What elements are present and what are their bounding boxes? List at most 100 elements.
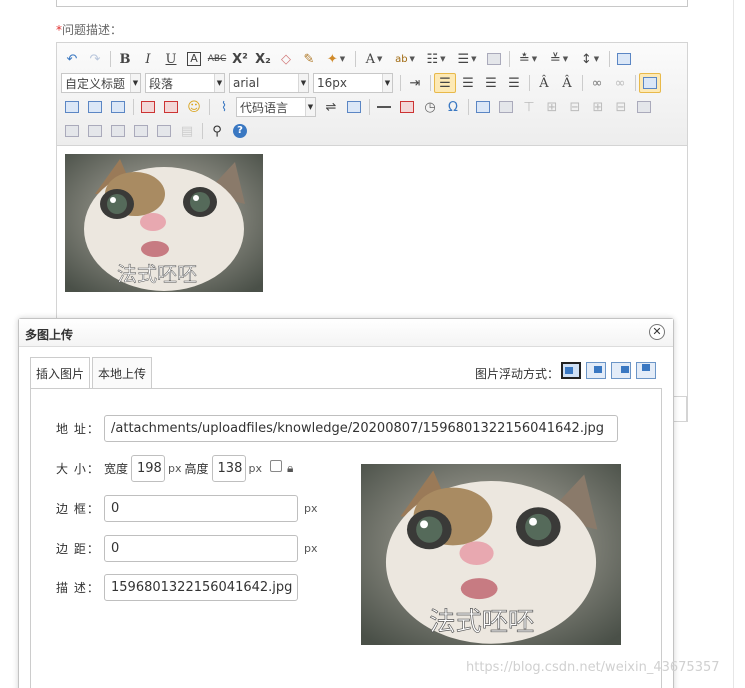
dialog-title: 多图上传 bbox=[25, 328, 74, 342]
merge-down-icon[interactable] bbox=[84, 121, 106, 141]
font-family-select[interactable]: arial ▼ bbox=[229, 73, 309, 93]
float-center-icon[interactable] bbox=[636, 362, 656, 379]
float-left-icon[interactable] bbox=[586, 362, 606, 379]
help-icon[interactable]: ? bbox=[229, 121, 251, 141]
format-brush-icon[interactable]: ✎ bbox=[298, 49, 320, 69]
text-direction-rtl-icon[interactable]: Â bbox=[556, 73, 578, 93]
editor-resize-handle[interactable] bbox=[673, 396, 687, 422]
row-spacing-top-icon[interactable]: ≛ ▼ bbox=[513, 49, 543, 69]
width-input[interactable]: 198 bbox=[131, 455, 166, 482]
height-unit: px bbox=[248, 462, 263, 475]
align-left-icon[interactable]: ☰ bbox=[434, 73, 456, 93]
float-none-icon[interactable] bbox=[561, 362, 581, 379]
height-input[interactable]: 138 bbox=[211, 455, 246, 482]
auto-format-icon[interactable]: ✦ ▼ bbox=[321, 49, 351, 69]
close-icon[interactable]: ✕ bbox=[649, 324, 665, 340]
insert-col-icon[interactable]: ⊞ bbox=[587, 97, 609, 117]
heading-select-value: 自定义标题 bbox=[65, 76, 126, 91]
address-label: 地 址： bbox=[56, 422, 100, 436]
toolbar-separator bbox=[609, 51, 610, 67]
unlink-icon[interactable]: ∞ bbox=[609, 73, 631, 93]
toolbar-row-3: ☺ ⌇ 代码语言 ▼ ⇌ ◷ Ω ⊤ ⊞ ⊟ ⊞ ⊟ bbox=[61, 96, 656, 118]
simple-upload-icon[interactable] bbox=[137, 97, 159, 117]
editor-cat-image[interactable]: 法式呸呸 bbox=[65, 154, 263, 292]
line-height-icon[interactable]: ↕ ▼ bbox=[575, 49, 605, 69]
select-all-icon[interactable] bbox=[483, 49, 505, 69]
italic-button[interactable]: I bbox=[137, 49, 159, 69]
field-label: *问题描述： bbox=[56, 23, 123, 37]
code-language-select[interactable]: 代码语言 ▼ bbox=[236, 97, 316, 117]
description-input[interactable]: 1596801322156041642.jpg bbox=[104, 574, 298, 601]
delete-col-icon[interactable]: ⊟ bbox=[610, 97, 632, 117]
anchor-image-icon[interactable] bbox=[639, 73, 661, 93]
image-none-icon[interactable] bbox=[61, 97, 83, 117]
merge-cells-icon[interactable] bbox=[633, 97, 655, 117]
insert-image-icon[interactable] bbox=[160, 97, 182, 117]
bold-button[interactable]: B bbox=[114, 49, 136, 69]
date-icon[interactable] bbox=[396, 97, 418, 117]
margin-input[interactable]: 0 bbox=[104, 535, 298, 562]
toolbar-separator bbox=[400, 75, 401, 91]
background-color-icon[interactable]: ab ▼ bbox=[390, 49, 420, 69]
float-right-icon[interactable] bbox=[611, 362, 631, 379]
dialog-header: 多图上传 ✕ bbox=[19, 319, 673, 347]
image-center-icon[interactable] bbox=[107, 97, 129, 117]
text-direction-ltr-icon[interactable]: Â bbox=[533, 73, 555, 93]
split-cells-icon[interactable] bbox=[107, 121, 129, 141]
font-size-select[interactable]: 16px ▼ bbox=[313, 73, 393, 93]
heading-select[interactable]: 自定义标题 ▼ bbox=[61, 73, 141, 93]
insert-table-icon[interactable] bbox=[472, 97, 494, 117]
previous-field-input[interactable] bbox=[56, 0, 688, 7]
link-icon[interactable]: ∞ bbox=[586, 73, 608, 93]
paragraph-select[interactable]: 段落 ▼ bbox=[145, 73, 225, 93]
delete-table-icon[interactable] bbox=[495, 97, 517, 117]
insert-row-icon[interactable]: ⊞ bbox=[541, 97, 563, 117]
undo-icon[interactable]: ↶ bbox=[61, 49, 83, 69]
special-chars-button[interactable]: Ω bbox=[442, 97, 464, 117]
preview-monitor-icon[interactable] bbox=[613, 49, 635, 69]
tab-local-upload[interactable]: 本地上传 bbox=[92, 357, 153, 388]
underline-button[interactable]: U bbox=[160, 49, 182, 69]
subscript-button[interactable]: X₂ bbox=[252, 49, 274, 69]
lock-ratio-checkbox[interactable] bbox=[270, 459, 283, 472]
indent-icon[interactable]: ⇥ bbox=[404, 73, 426, 93]
page-break-icon[interactable]: ⇌ bbox=[320, 97, 342, 117]
split-rows-icon[interactable] bbox=[130, 121, 152, 141]
float-left-glyph bbox=[88, 101, 102, 113]
address-input[interactable]: /attachments/uploadfiles/knowledge/20200… bbox=[104, 415, 618, 442]
horizontal-rule-icon[interactable] bbox=[373, 97, 395, 117]
row-spacing-bottom-icon[interactable]: ≚ ▼ bbox=[544, 49, 574, 69]
redo-icon[interactable]: ↷ bbox=[84, 49, 106, 69]
ordered-list-icon[interactable]: ☷ ▼ bbox=[421, 49, 451, 69]
template-icon[interactable] bbox=[343, 97, 365, 117]
unordered-list-icon[interactable]: ☰ ▼ bbox=[452, 49, 482, 69]
split-cols-icon[interactable] bbox=[153, 121, 175, 141]
align-right-icon[interactable]: ☰ bbox=[480, 73, 502, 93]
dialog-tabs: 插入图片 本地上传 bbox=[30, 357, 154, 389]
font-size-select-value: 16px bbox=[317, 76, 347, 90]
upload-glyph bbox=[141, 101, 155, 113]
align-justify-icon[interactable]: ☰ bbox=[503, 73, 525, 93]
multi-image-upload-dialog: 多图上传 ✕ 插入图片 本地上传 图片浮动方式： 地 址： /attachmen… bbox=[18, 318, 674, 688]
attachment-icon[interactable]: ⌇ bbox=[213, 97, 235, 117]
align-center-icon[interactable]: ☰ bbox=[457, 73, 479, 93]
toolbar-separator bbox=[529, 75, 530, 91]
emotion-icon[interactable]: ☺ bbox=[183, 97, 205, 117]
merge-right-icon[interactable] bbox=[61, 121, 83, 141]
search-replace-icon[interactable]: ⚲ bbox=[206, 121, 228, 141]
eraser-icon[interactable]: ◇ bbox=[275, 49, 297, 69]
anchor-glyph bbox=[643, 77, 657, 89]
delete-row-icon[interactable]: ⊟ bbox=[564, 97, 586, 117]
border-input[interactable]: 0 bbox=[104, 495, 298, 522]
font-color-button[interactable]: A ▼ bbox=[359, 49, 389, 69]
size-label: 大 小： bbox=[56, 462, 100, 476]
image-left-icon[interactable] bbox=[84, 97, 106, 117]
font-border-button[interactable]: A bbox=[183, 49, 205, 69]
strikethrough-button[interactable]: ABC bbox=[206, 49, 228, 69]
superscript-button[interactable]: X² bbox=[229, 49, 251, 69]
time-icon[interactable]: ◷ bbox=[419, 97, 441, 117]
float-center-glyph bbox=[111, 101, 125, 113]
insert-paragraph-before-table-icon[interactable]: ⊤ bbox=[518, 97, 540, 117]
print-icon[interactable]: ▤ bbox=[176, 121, 198, 141]
tab-insert-image[interactable]: 插入图片 bbox=[30, 357, 91, 389]
